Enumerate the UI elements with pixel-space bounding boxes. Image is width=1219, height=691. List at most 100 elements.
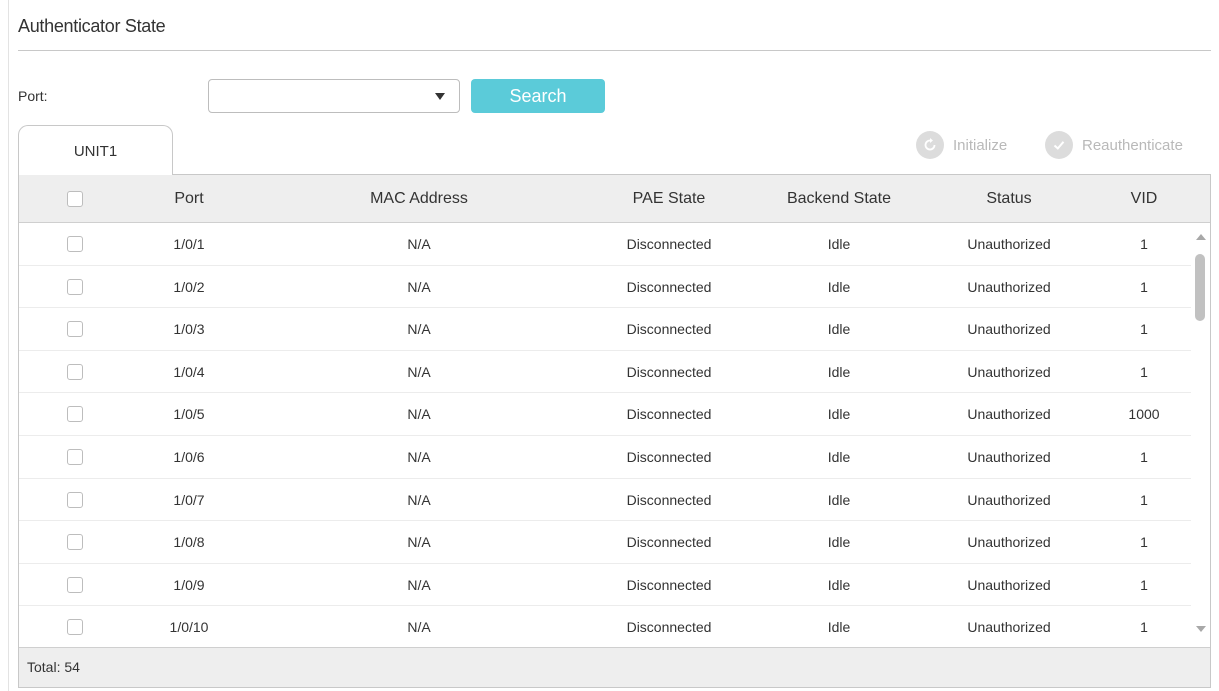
cell-pae-state: Disconnected (626, 363, 712, 380)
cell-status: Unauthorized (967, 406, 1051, 423)
table-row[interactable]: 1/0/1 N/A Disconnected Idle Unauthorized… (19, 223, 1191, 266)
column-header-port: Port (174, 190, 204, 207)
port-label: Port: (18, 88, 48, 104)
scrollbar-thumb[interactable] (1195, 254, 1205, 321)
cell-port: 1/0/10 (169, 619, 209, 636)
initialize-button[interactable]: Initialize (916, 129, 1007, 161)
select-all-checkbox[interactable] (67, 191, 83, 207)
cell-backend-state: Idle (827, 619, 851, 636)
cell-port: 1/0/2 (173, 278, 205, 295)
scroll-down-arrow-icon[interactable] (1196, 626, 1206, 632)
row-checkbox[interactable] (67, 363, 83, 380)
cell-mac-address: N/A (407, 321, 431, 338)
cell-backend-state: Idle (827, 576, 851, 593)
cell-mac-address: N/A (407, 278, 431, 295)
cell-vid: 1 (1140, 534, 1148, 551)
cell-mac-address: N/A (407, 406, 431, 423)
reauthenticate-button[interactable]: Reauthenticate (1045, 129, 1183, 161)
row-checkbox[interactable] (67, 406, 83, 423)
cell-port: 1/0/6 (173, 448, 205, 465)
cell-mac-address: N/A (407, 576, 431, 593)
table-row[interactable]: 1/0/9 N/A Disconnected Idle Unauthorized… (19, 564, 1191, 607)
cell-status: Unauthorized (967, 619, 1051, 636)
cell-backend-state: Idle (827, 278, 851, 295)
cell-vid: 1 (1140, 321, 1148, 338)
refresh-icon (916, 131, 944, 159)
cell-port: 1/0/8 (173, 534, 205, 551)
cell-vid: 1 (1140, 236, 1148, 252)
cell-backend-state: Idle (827, 448, 851, 465)
table-footer: Total: 54 (19, 647, 1210, 687)
row-checkbox[interactable] (67, 491, 83, 508)
cell-pae-state: Disconnected (626, 321, 712, 338)
table-row[interactable]: 1/0/5 N/A Disconnected Idle Unauthorized… (19, 393, 1191, 436)
cell-vid: 1 (1140, 363, 1148, 380)
cell-port: 1/0/3 (173, 321, 205, 338)
cell-mac-address: N/A (407, 236, 431, 252)
table-row[interactable]: 1/0/3 N/A Disconnected Idle Unauthorized… (19, 308, 1191, 351)
table-row[interactable]: 1/0/10 N/A Disconnected Idle Unauthorize… (19, 606, 1191, 649)
cell-pae-state: Disconnected (626, 448, 712, 465)
cell-pae-state: Disconnected (626, 236, 712, 252)
search-button[interactable]: Search (471, 79, 605, 113)
column-header-mac-address: MAC Address (370, 190, 468, 207)
row-checkbox[interactable] (67, 321, 83, 338)
cell-status: Unauthorized (967, 448, 1051, 465)
table-header: Port MAC Address PAE State Backend State… (19, 175, 1210, 223)
tab-unit1[interactable]: UNIT1 (18, 125, 173, 175)
column-header-pae-state: PAE State (632, 190, 706, 207)
cell-port: 1/0/9 (173, 576, 205, 593)
left-divider (8, 0, 9, 691)
cell-status: Unauthorized (967, 576, 1051, 593)
page-title: Authenticator State (18, 16, 166, 36)
cell-pae-state: Disconnected (626, 534, 712, 551)
column-header-vid: VID (1130, 190, 1158, 207)
cell-vid: 1 (1140, 619, 1148, 636)
row-checkbox[interactable] (67, 278, 83, 295)
cell-backend-state: Idle (827, 363, 851, 380)
chevron-down-icon (435, 93, 445, 100)
authenticator-table: Port MAC Address PAE State Backend State… (18, 175, 1211, 688)
column-header-backend-state: Backend State (786, 190, 892, 207)
scroll-up-arrow-icon[interactable] (1196, 234, 1206, 240)
reauthenticate-label: Reauthenticate (1082, 136, 1183, 154)
cell-status: Unauthorized (967, 491, 1051, 508)
cell-backend-state: Idle (827, 321, 851, 338)
cell-mac-address: N/A (407, 448, 431, 465)
cell-port: 1/0/5 (173, 406, 205, 423)
cell-pae-state: Disconnected (626, 278, 712, 295)
cell-port: 1/0/7 (173, 491, 205, 508)
cell-backend-state: Idle (827, 236, 851, 252)
cell-mac-address: N/A (407, 363, 431, 380)
cell-mac-address: N/A (407, 534, 431, 551)
row-checkbox[interactable] (67, 619, 83, 636)
table-row[interactable]: 1/0/7 N/A Disconnected Idle Unauthorized… (19, 479, 1191, 522)
cell-vid: 1 (1140, 278, 1148, 295)
cell-mac-address: N/A (407, 491, 431, 508)
row-checkbox[interactable] (67, 448, 83, 465)
table-row[interactable]: 1/0/8 N/A Disconnected Idle Unauthorized… (19, 521, 1191, 564)
table-row[interactable]: 1/0/2 N/A Disconnected Idle Unauthorized… (19, 266, 1191, 309)
cell-status: Unauthorized (967, 363, 1051, 380)
row-checkbox[interactable] (67, 576, 83, 593)
cell-vid: 1 (1140, 448, 1148, 465)
cell-pae-state: Disconnected (626, 491, 712, 508)
row-checkbox[interactable] (67, 236, 83, 252)
total-count: Total: 54 (27, 659, 80, 675)
cell-status: Unauthorized (967, 278, 1051, 295)
cell-backend-state: Idle (827, 406, 851, 423)
cell-port: 1/0/1 (173, 236, 205, 252)
initialize-label: Initialize (953, 136, 1008, 154)
column-header-status: Status (986, 190, 1032, 207)
port-select[interactable] (208, 79, 460, 113)
cell-vid: 1000 (1128, 406, 1160, 423)
cell-pae-state: Disconnected (626, 619, 712, 636)
cell-pae-state: Disconnected (626, 406, 712, 423)
cell-status: Unauthorized (967, 534, 1051, 551)
table-row[interactable]: 1/0/6 N/A Disconnected Idle Unauthorized… (19, 436, 1191, 479)
cell-mac-address: N/A (407, 619, 431, 636)
cell-vid: 1 (1140, 491, 1148, 508)
cell-status: Unauthorized (967, 321, 1051, 338)
row-checkbox[interactable] (67, 534, 83, 551)
table-row[interactable]: 1/0/4 N/A Disconnected Idle Unauthorized… (19, 351, 1191, 394)
